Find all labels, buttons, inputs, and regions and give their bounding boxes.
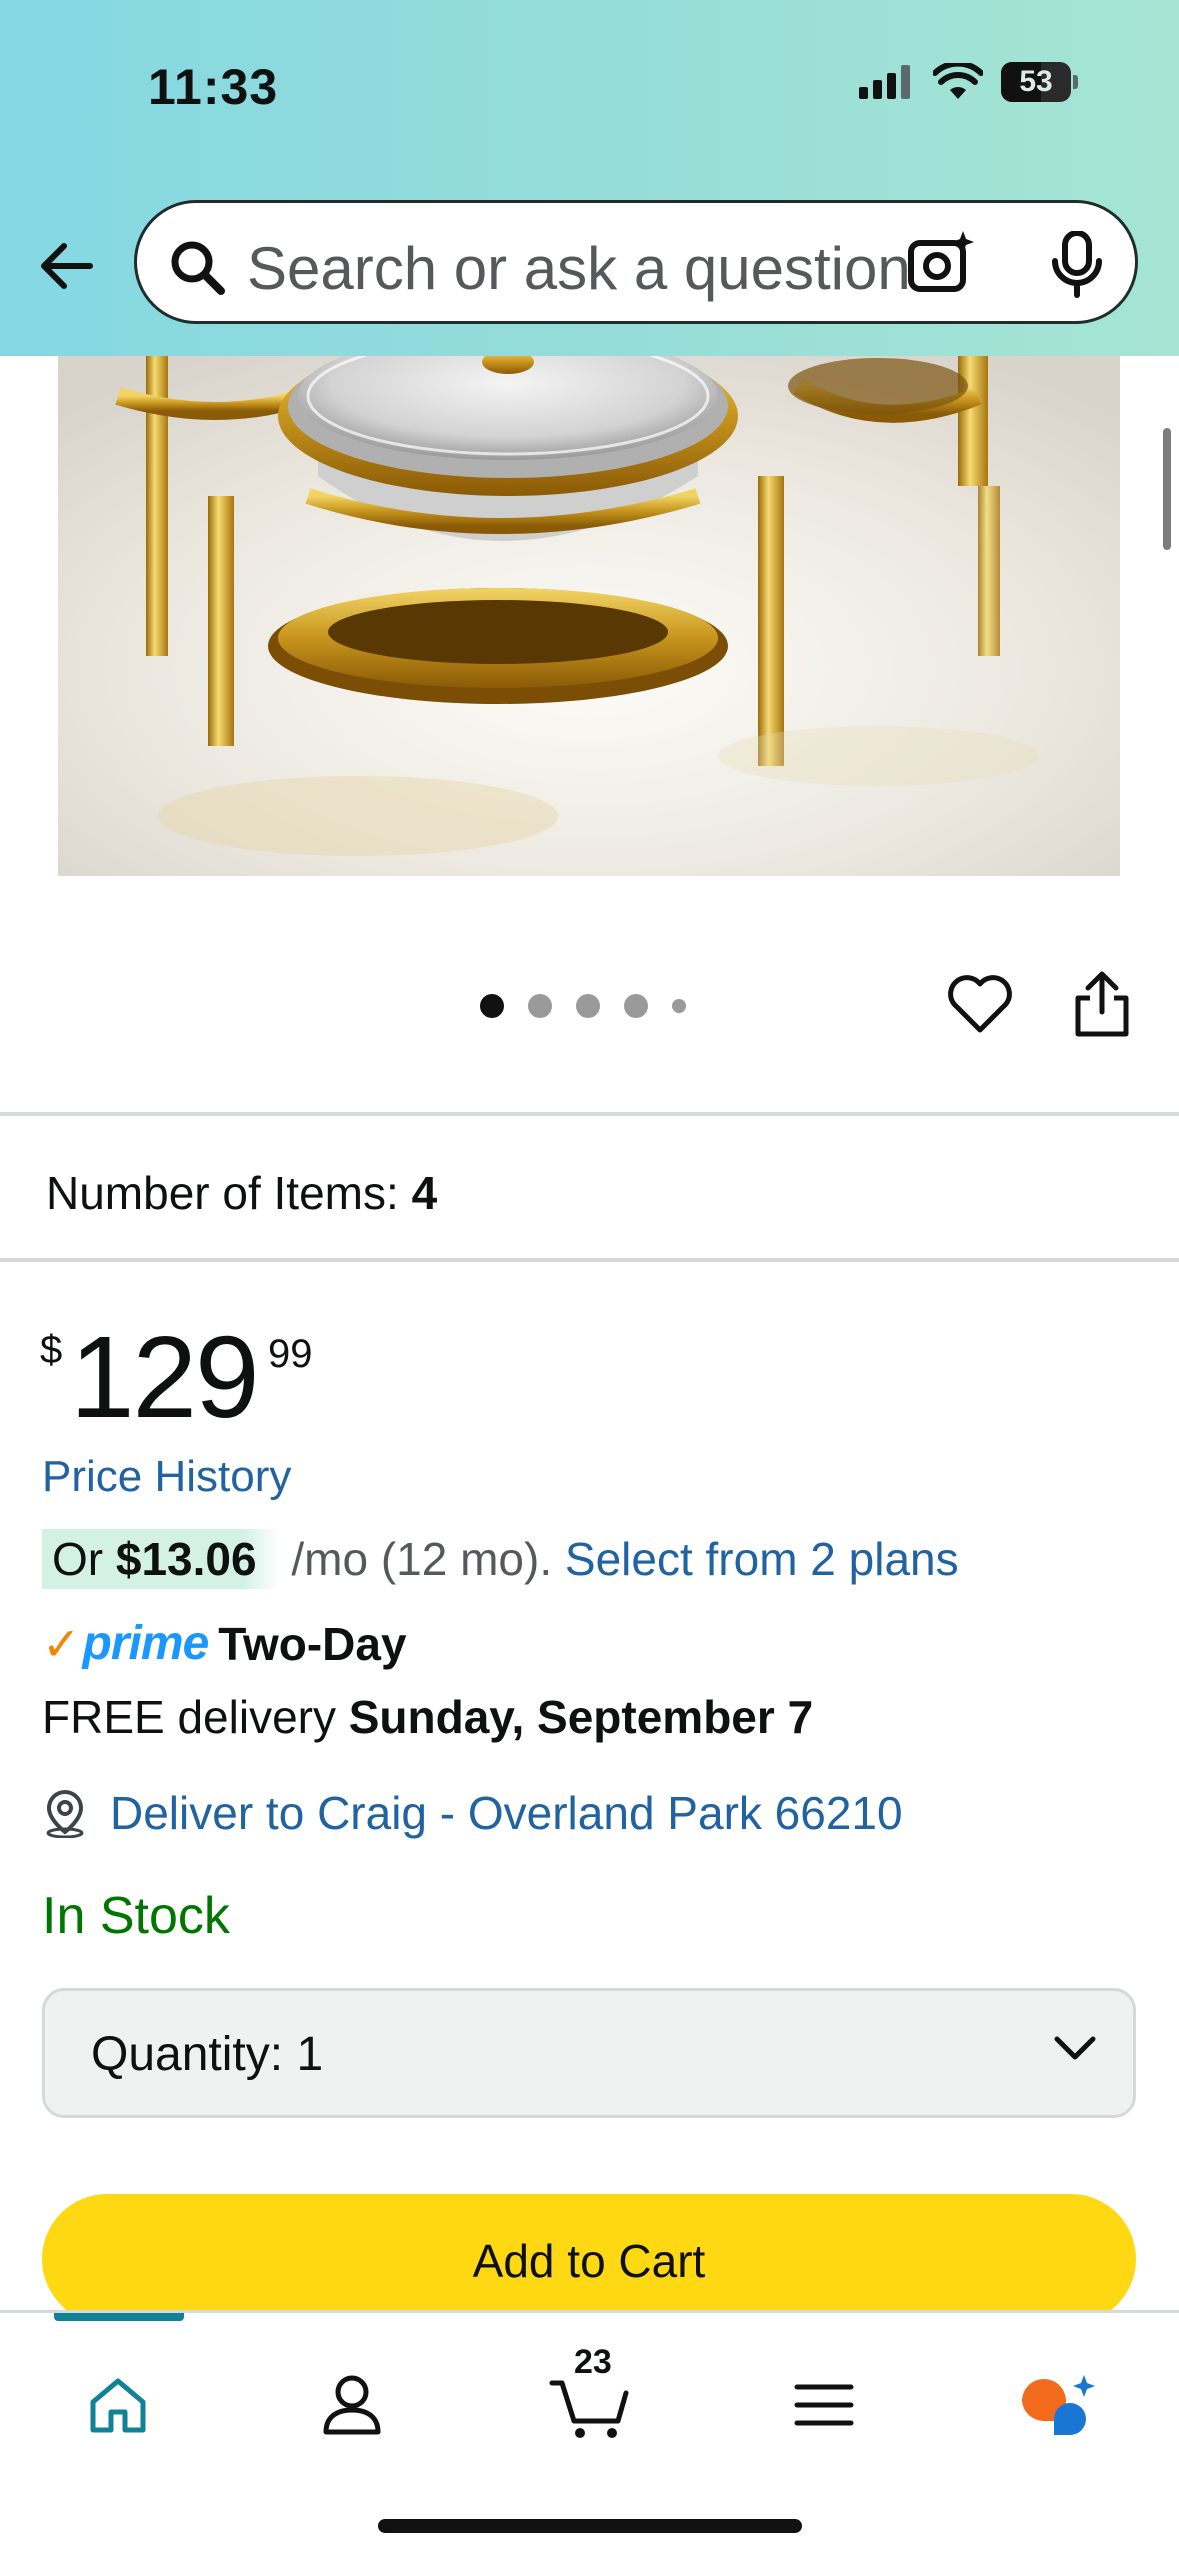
section-divider bbox=[0, 1258, 1179, 1262]
deliver-to-text[interactable]: Deliver to Craig - Overland Park 66210 bbox=[110, 1786, 903, 1840]
home-icon bbox=[90, 2378, 146, 2433]
nav-home[interactable] bbox=[68, 2355, 168, 2455]
select-plans-link[interactable]: Select from 2 plans bbox=[565, 1533, 959, 1585]
number-of-items: Number of Items: 4 bbox=[46, 1166, 437, 1220]
nav-active-indicator bbox=[54, 2313, 184, 2321]
price-fraction: 99 bbox=[268, 1332, 313, 1376]
prime-badge: ✓ prime Two-Day bbox=[42, 1616, 407, 1671]
header: 11:33 53 Search or ask a question bbox=[0, 0, 1179, 356]
chafing-dish-image bbox=[58, 356, 1120, 876]
quantity-select[interactable]: Quantity: 1 bbox=[42, 1988, 1136, 2118]
signal-icon bbox=[859, 65, 910, 99]
prime-speed: Two-Day bbox=[218, 1617, 407, 1670]
status-time: 11:33 bbox=[148, 59, 279, 115]
camera-lens-icon[interactable] bbox=[907, 229, 977, 299]
share-icon[interactable] bbox=[1072, 968, 1132, 1040]
price-history-link[interactable]: Price History bbox=[42, 1452, 291, 1502]
delivery-prefix: FREE delivery bbox=[42, 1691, 349, 1743]
cart-count: 23 bbox=[574, 2343, 612, 2381]
deliver-to-link[interactable]: Deliver to Craig - Overland Park 66210 bbox=[42, 1786, 903, 1840]
gallery-dot-1[interactable] bbox=[480, 994, 504, 1018]
monthly-amount: $13.06 bbox=[115, 1533, 257, 1585]
search-input[interactable]: Search or ask a question bbox=[247, 234, 967, 303]
monthly-pill: Or $13.06 bbox=[42, 1529, 279, 1589]
items-label: Number of Items: bbox=[46, 1167, 399, 1219]
quantity-label: Quantity: bbox=[91, 2028, 284, 2081]
chevron-down-icon bbox=[1054, 2036, 1096, 2060]
battery-level: 53 bbox=[1019, 65, 1053, 98]
monthly-suffix: /mo (12 mo). bbox=[278, 1533, 565, 1585]
add-to-cart-button[interactable]: Add to Cart bbox=[42, 2194, 1136, 2324]
delivery-info: FREE delivery Sunday, September 7 bbox=[42, 1690, 813, 1744]
gallery-dot-5[interactable] bbox=[672, 999, 686, 1013]
microphone-icon[interactable] bbox=[1049, 231, 1105, 299]
prime-logo: prime bbox=[82, 1617, 210, 1670]
nav-cart[interactable]: 23 bbox=[540, 2343, 640, 2455]
gallery-dot-2[interactable] bbox=[528, 994, 552, 1018]
price-symbol: $ bbox=[40, 1328, 63, 1372]
wifi-icon bbox=[933, 63, 983, 99]
gallery-dots[interactable] bbox=[480, 994, 686, 1018]
delivery-date: Sunday, September 7 bbox=[348, 1691, 814, 1743]
nav-rufus[interactable] bbox=[1008, 2355, 1108, 2455]
quantity-label-wrap: Quantity: 1 bbox=[91, 2027, 323, 2082]
items-value: 4 bbox=[411, 1167, 438, 1219]
nav-menu[interactable] bbox=[774, 2355, 874, 2455]
monthly-prefix: Or bbox=[52, 1533, 116, 1585]
search-bar[interactable]: Search or ask a question bbox=[134, 200, 1138, 324]
quantity-value: 1 bbox=[296, 2028, 324, 2081]
monthly-payment: Or $13.06 /mo (12 mo). Select from 2 pla… bbox=[42, 1529, 959, 1589]
back-arrow-icon[interactable] bbox=[36, 236, 96, 296]
battery-icon: 53 bbox=[1001, 62, 1079, 102]
section-divider bbox=[0, 1112, 1179, 1116]
product-image[interactable] bbox=[58, 356, 1120, 876]
person-icon bbox=[323, 2375, 381, 2435]
search-icon bbox=[171, 241, 225, 295]
status-icons: 53 bbox=[859, 62, 1079, 102]
gallery-dot-3[interactable] bbox=[576, 994, 600, 1018]
nav-account[interactable] bbox=[302, 2355, 402, 2455]
bottom-nav: 23 bbox=[0, 2310, 1179, 2556]
prime-check-icon: ✓ bbox=[42, 1617, 81, 1670]
hamburger-menu-icon bbox=[794, 2384, 854, 2426]
scroll-indicator[interactable] bbox=[1163, 428, 1171, 550]
heart-icon[interactable] bbox=[946, 972, 1014, 1036]
home-indicator[interactable] bbox=[378, 2519, 802, 2533]
stock-status: In Stock bbox=[42, 1887, 230, 1945]
gallery-dot-4[interactable] bbox=[624, 994, 648, 1018]
rufus-assistant-icon bbox=[1022, 2375, 1095, 2435]
location-pin-icon bbox=[46, 1789, 84, 1838]
price-whole: 129 bbox=[70, 1312, 260, 1442]
